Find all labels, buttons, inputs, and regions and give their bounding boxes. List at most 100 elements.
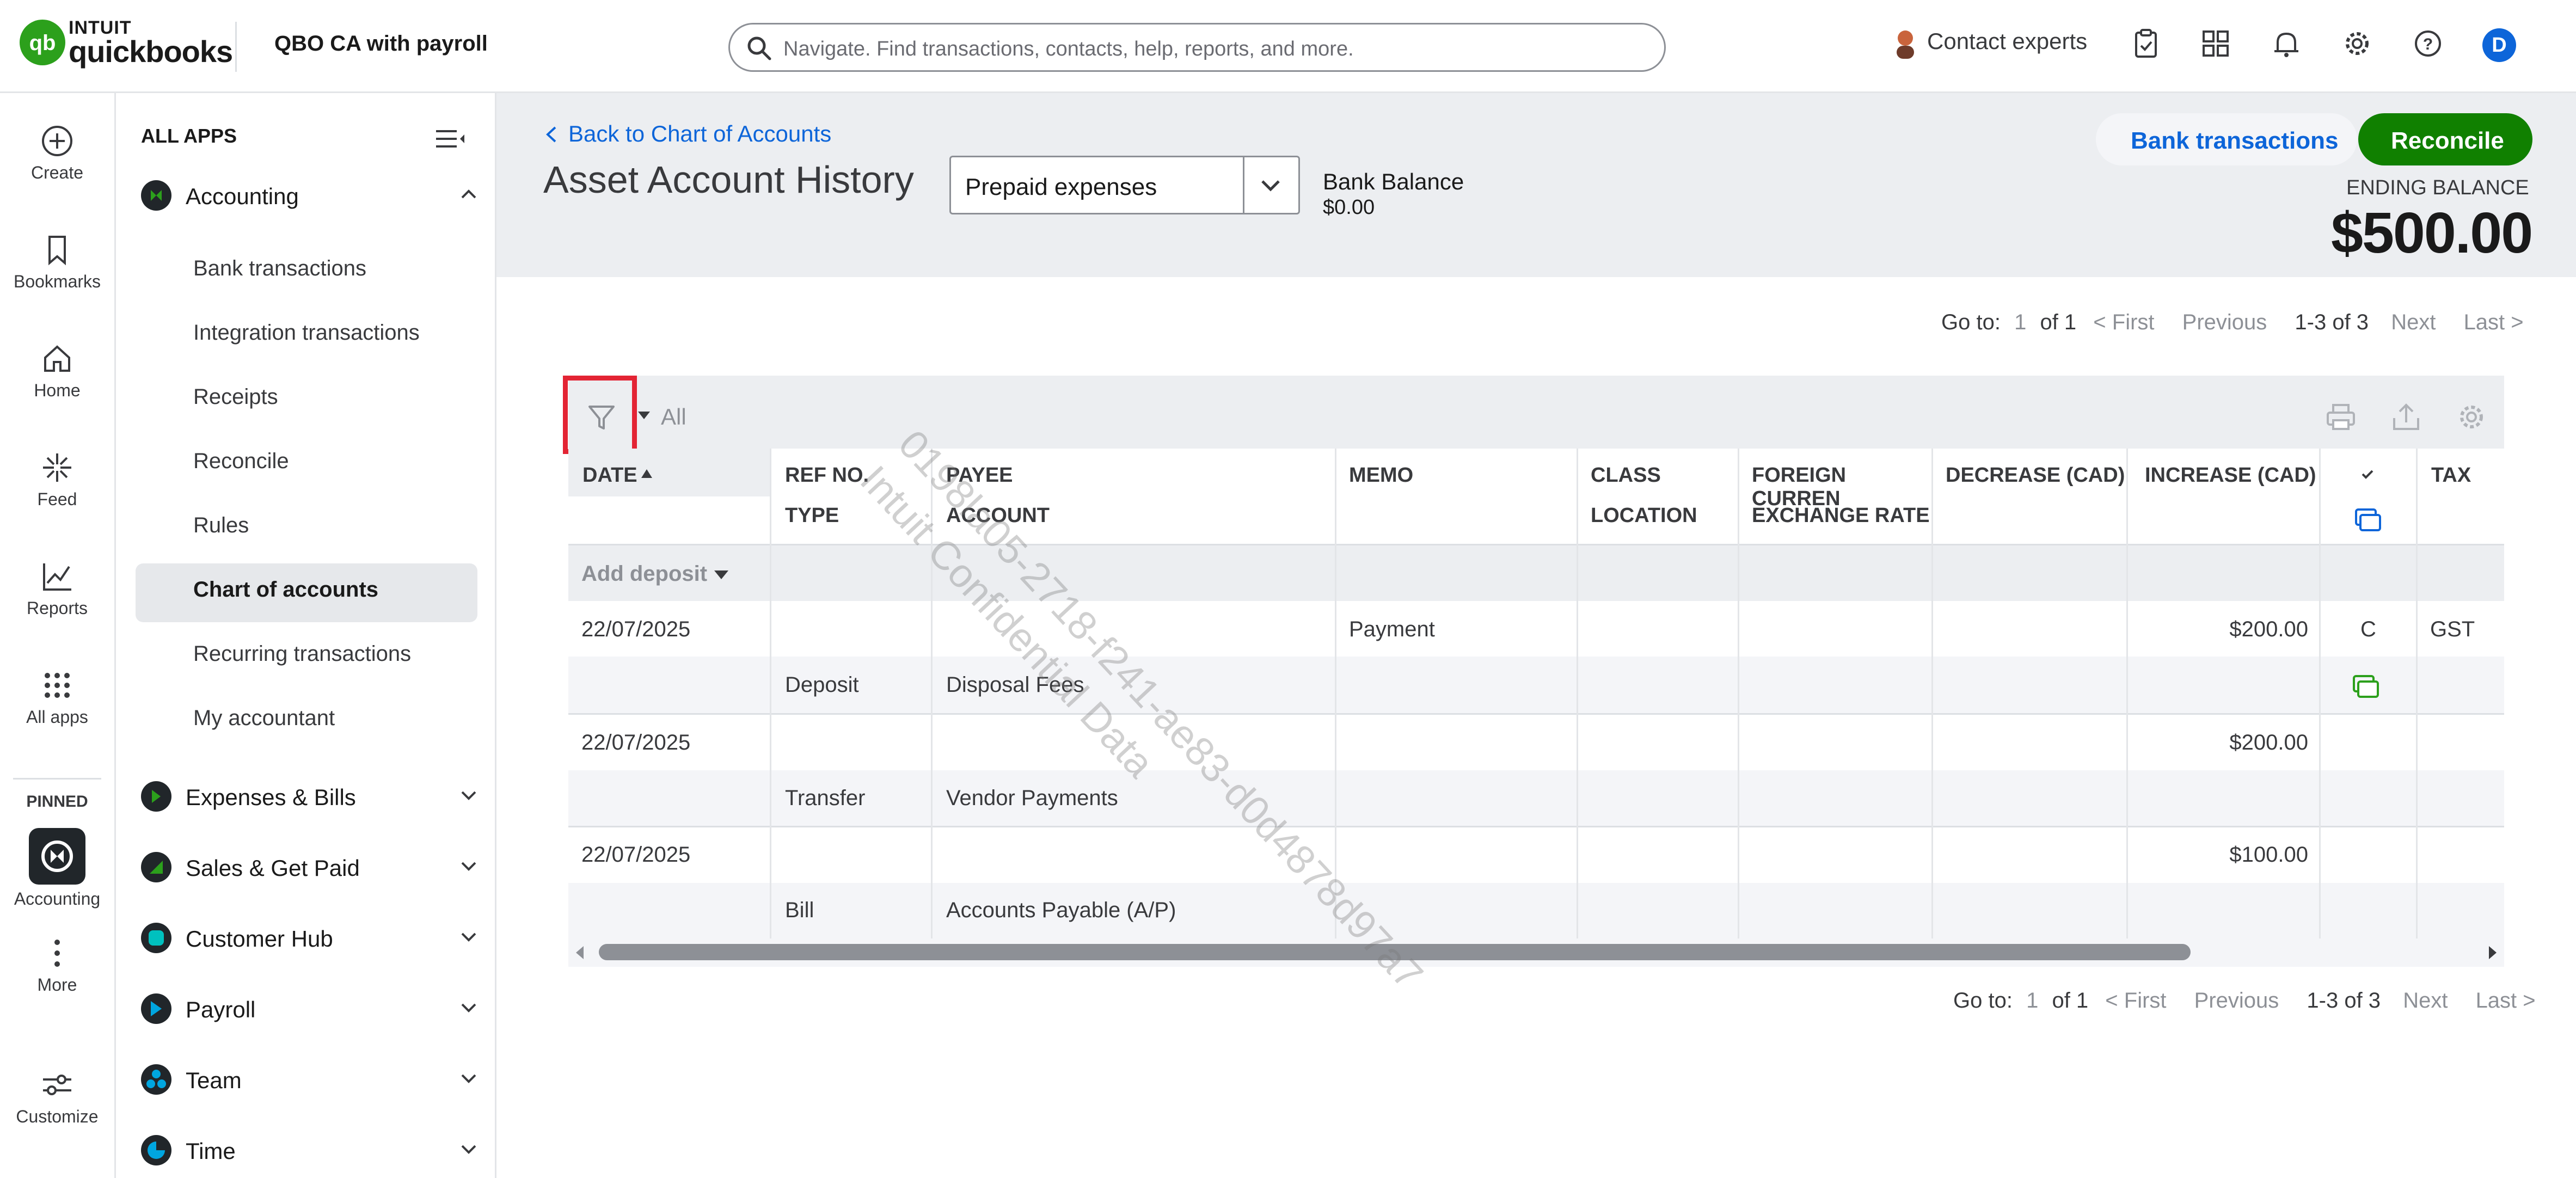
quickbooks-logo-icon[interactable]: qb bbox=[20, 20, 65, 65]
add-deposit-caret-icon[interactable] bbox=[713, 568, 729, 581]
nav-section-customer-hub[interactable]: Customer Hub bbox=[141, 918, 479, 956]
nav-section-label: Payroll bbox=[186, 997, 256, 1022]
pager-next-link[interactable]: Next bbox=[2403, 989, 2448, 1013]
chevron-down-icon bbox=[459, 1139, 479, 1159]
row-account: Accounts Payable (A/P) bbox=[946, 898, 1176, 922]
nav-section-time[interactable]: Time bbox=[141, 1131, 479, 1169]
nav-item-chart-of-accounts[interactable]: Chart of accounts bbox=[193, 578, 378, 602]
nav-item-receipts[interactable]: Receipts bbox=[193, 385, 278, 409]
column-memo[interactable]: MEMO bbox=[1349, 464, 1413, 487]
bank-balance-label: Bank Balance bbox=[1323, 169, 1464, 194]
column-account[interactable]: ACCOUNT bbox=[946, 504, 1050, 527]
nav-section-team[interactable]: Team bbox=[141, 1060, 479, 1098]
nav-section-expenses-bills[interactable]: Expenses & Bills bbox=[141, 777, 479, 815]
rail-all-apps[interactable]: All apps bbox=[0, 668, 114, 727]
column-payee[interactable]: PAYEE bbox=[946, 464, 1013, 487]
sliders-icon bbox=[43, 1075, 71, 1095]
pager-last-link[interactable]: Last > bbox=[2464, 310, 2524, 334]
pager-previous-link[interactable]: Previous bbox=[2182, 310, 2267, 334]
user-avatar[interactable]: D bbox=[2482, 28, 2516, 62]
search-input[interactable]: Navigate. Find transactions, contacts, h… bbox=[728, 23, 1666, 72]
reconcile-button-label: Reconcile bbox=[2391, 127, 2504, 154]
pager-range: 1-3 of 3 bbox=[2307, 989, 2381, 1013]
company-name[interactable]: QBO CA with payroll bbox=[274, 32, 488, 56]
chevron-down-icon bbox=[459, 856, 479, 876]
nav-item-integration-transactions[interactable]: Integration transactions bbox=[193, 321, 420, 345]
column-location[interactable]: LOCATION bbox=[1591, 504, 1697, 527]
column-ref-no[interactable]: REF NO. bbox=[785, 464, 869, 487]
scroll-left-arrow-icon[interactable] bbox=[574, 945, 586, 960]
add-deposit-button[interactable]: Add deposit bbox=[581, 562, 707, 586]
chevron-down-icon bbox=[459, 998, 479, 1017]
attachment-green-icon[interactable] bbox=[2351, 674, 2381, 700]
contact-experts-link[interactable]: Contact experts bbox=[1927, 28, 2087, 54]
rail-customize[interactable]: Customize bbox=[0, 1067, 114, 1127]
column-exchange-rate[interactable]: EXCHANGE RATE bbox=[1752, 504, 1930, 527]
plus-circle-icon bbox=[42, 126, 72, 156]
apps-grid-icon[interactable] bbox=[2199, 27, 2232, 60]
nav-section-accounting[interactable]: Accounting bbox=[141, 176, 479, 214]
row-memo: Payment bbox=[1349, 617, 1435, 641]
pager-page-input[interactable]: 1 bbox=[2014, 310, 2026, 334]
search-icon bbox=[745, 34, 774, 63]
rail-bookmarks[interactable]: Bookmarks bbox=[0, 232, 114, 292]
pager-previous-link[interactable]: Previous bbox=[2194, 989, 2279, 1013]
nav-section-label: Team bbox=[186, 1067, 242, 1093]
account-select[interactable]: Prepaid expenses bbox=[949, 156, 1300, 214]
pager-page-input[interactable]: 1 bbox=[2026, 989, 2038, 1013]
filter-caret-icon[interactable] bbox=[637, 409, 651, 421]
scroll-right-arrow-icon[interactable] bbox=[2487, 945, 2499, 960]
nav-section-sales[interactable]: Sales & Get Paid bbox=[141, 848, 479, 886]
pager-first-link[interactable]: < First bbox=[2105, 989, 2166, 1013]
rail-feed[interactable]: Feed bbox=[0, 450, 114, 510]
filter-value[interactable]: All bbox=[661, 404, 686, 430]
row-date: 22/07/2025 bbox=[581, 731, 691, 754]
nav-item-reconcile[interactable]: Reconcile bbox=[193, 449, 289, 474]
svg-text:qb: qb bbox=[29, 31, 56, 55]
page-title: Asset Account History bbox=[543, 158, 914, 201]
rail-create[interactable]: Create bbox=[0, 124, 114, 183]
rail-accounting[interactable]: Accounting bbox=[0, 828, 114, 909]
column-class[interactable]: CLASS bbox=[1591, 464, 1661, 487]
table-row-secondary[interactable] bbox=[568, 883, 2504, 938]
bell-icon[interactable] bbox=[2270, 27, 2303, 60]
nav-item-rules[interactable]: Rules bbox=[193, 513, 249, 538]
export-icon[interactable] bbox=[2390, 401, 2422, 433]
column-tax[interactable]: TAX bbox=[2431, 464, 2471, 487]
pager-first-link[interactable]: < First bbox=[2093, 310, 2154, 334]
filter-button[interactable] bbox=[563, 376, 637, 454]
attachment-copy-icon[interactable] bbox=[2353, 507, 2383, 533]
scrollbar-thumb[interactable] bbox=[599, 944, 2191, 960]
pager-next-link[interactable]: Next bbox=[2391, 310, 2436, 334]
column-increase[interactable]: INCREASE (CAD) bbox=[2145, 464, 2316, 487]
rail-more[interactable]: More bbox=[0, 936, 114, 995]
bank-transactions-button[interactable]: Bank transactions bbox=[2096, 113, 2357, 165]
account-select-value: Prepaid expenses bbox=[965, 174, 1157, 200]
nav-section-payroll[interactable]: Payroll bbox=[141, 989, 479, 1027]
bookmark-icon bbox=[48, 236, 66, 266]
reconcile-button[interactable]: Reconcile bbox=[2358, 113, 2532, 165]
print-icon[interactable] bbox=[2324, 401, 2357, 433]
table-settings-gear-icon[interactable] bbox=[2455, 401, 2488, 433]
rail-accounting-label: Accounting bbox=[14, 889, 101, 909]
column-decrease[interactable]: DECREASE (CAD) bbox=[1946, 464, 2125, 487]
gear-icon[interactable] bbox=[2341, 27, 2373, 60]
column-type[interactable]: TYPE bbox=[785, 504, 839, 527]
clipboard-icon[interactable] bbox=[2130, 27, 2162, 60]
rail-reports[interactable]: Reports bbox=[0, 559, 114, 618]
help-icon[interactable]: ? bbox=[2412, 27, 2444, 60]
back-to-chart-of-accounts-link[interactable]: Back to Chart of Accounts bbox=[568, 121, 831, 147]
chevron-down-icon bbox=[1258, 173, 1283, 198]
rail-customize-label: Customize bbox=[16, 1107, 99, 1126]
app-nav-panel: ALL APPS Accounting Bank transactions In… bbox=[116, 93, 496, 1178]
nav-item-recurring-transactions[interactable]: Recurring transactions bbox=[193, 642, 411, 666]
collapse-menu-icon[interactable] bbox=[435, 128, 465, 150]
search-placeholder: Navigate. Find transactions, contacts, h… bbox=[783, 38, 1354, 60]
pager-last-link[interactable]: Last > bbox=[2476, 989, 2536, 1013]
rail-reports-label: Reports bbox=[26, 598, 88, 618]
column-date[interactable]: DATE bbox=[582, 464, 637, 487]
nav-item-bank-transactions[interactable]: Bank transactions bbox=[193, 256, 366, 281]
nav-item-my-accountant[interactable]: My accountant bbox=[193, 706, 335, 731]
column-divider bbox=[1931, 449, 1933, 938]
rail-home[interactable]: Home bbox=[0, 341, 114, 401]
